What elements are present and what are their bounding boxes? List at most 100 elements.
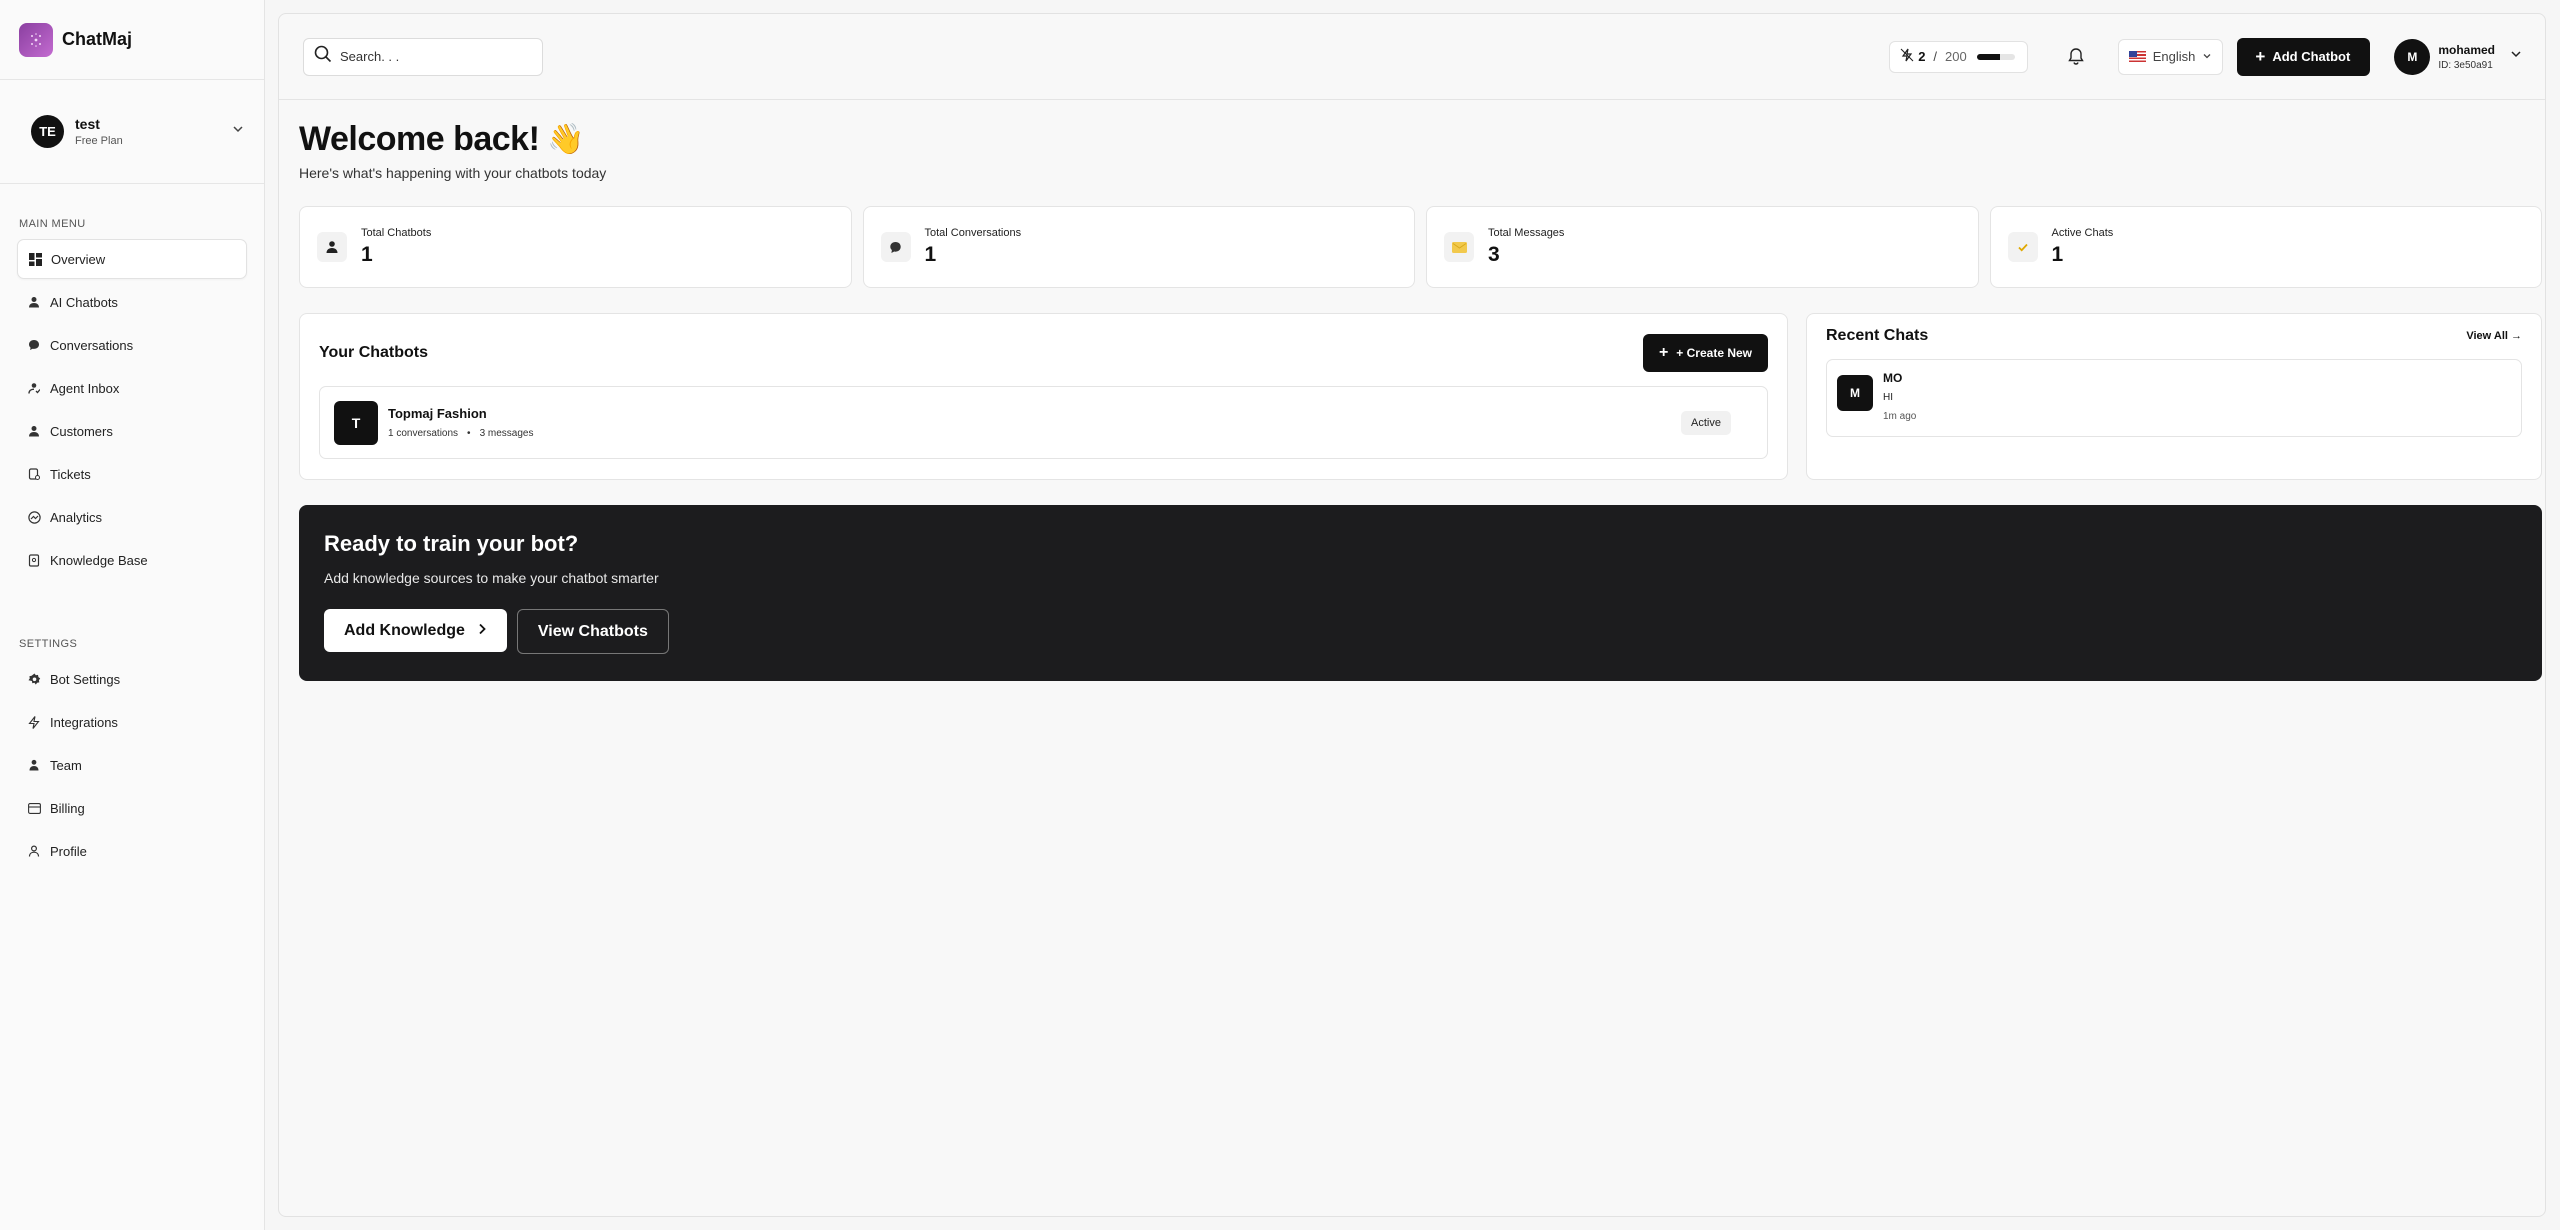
sidebar-item-tickets[interactable]: Tickets [17, 454, 247, 494]
search-input[interactable] [340, 49, 530, 64]
add-chatbot-label: Add Chatbot [2272, 49, 2351, 64]
sidebar-item-label: Team [50, 757, 82, 773]
team-icon [27, 758, 41, 772]
sidebar-item-agent-inbox[interactable]: Agent Inbox [17, 368, 247, 408]
brand-name: ChatMaj [62, 29, 133, 49]
chat-bubble-icon [27, 338, 41, 352]
sidebar-item-label: Bot Settings [50, 671, 121, 687]
stat-card-total-chatbots: Total Chatbots 1 [299, 206, 852, 288]
sidebar-item-label: Analytics [50, 509, 103, 525]
credits-indicator[interactable]: 2 / 200 [1889, 40, 2028, 73]
create-new-button[interactable]: + + Create New [1642, 334, 1768, 372]
chat-avatar: M [1837, 375, 1873, 411]
your-chatbots-panel: Your Chatbots + + Create New T Topmaj Fa… [299, 313, 1788, 480]
sidebar-item-label: Tickets [50, 466, 91, 482]
account-menu[interactable]: M mohamed ID: 3e50a91 [2394, 38, 2523, 75]
language-label: English [2152, 49, 2196, 64]
sidebar-item-team[interactable]: Team [17, 745, 247, 785]
workspace-switcher[interactable]: TE test Free Plan [0, 80, 264, 184]
status-badge: Active [1681, 410, 1731, 435]
stat-value: 1 [361, 243, 373, 266]
card-icon [27, 801, 41, 815]
stat-label: Total Messages [1488, 227, 1565, 239]
chevron-down-icon [2202, 49, 2212, 64]
settings-menu: Bot Settings Integrations Team Billing P… [0, 659, 264, 871]
credits-used: 2 [1918, 49, 1926, 64]
sidebar-item-label: Agent Inbox [50, 380, 120, 396]
sidebar-item-integrations[interactable]: Integrations [17, 702, 247, 742]
view-chatbots-label: View Chatbots [537, 622, 648, 640]
sidebar: ChatMaj TE test Free Plan MAIN MENU Over… [0, 0, 265, 1230]
profile-icon [27, 844, 41, 858]
workspace-avatar: TE [31, 115, 64, 148]
workspace-name: test [75, 116, 100, 132]
main-menu-label: MAIN MENU [19, 218, 86, 230]
sidebar-item-knowledge-base[interactable]: Knowledge Base [17, 540, 247, 580]
sidebar-item-label: Integrations [50, 714, 118, 730]
waving-hand-emoji: 👋 [547, 123, 585, 156]
brand-header[interactable]: ChatMaj [0, 0, 264, 80]
language-selector[interactable]: English [2117, 38, 2224, 75]
banner-title: Ready to train your bot? [324, 531, 579, 556]
add-chatbot-button[interactable]: + Add Chatbot [2237, 37, 2371, 76]
sidebar-item-label: AI Chatbots [50, 294, 118, 310]
train-bot-banner: Ready to train your bot? Add knowledge s… [299, 505, 2542, 681]
page-subtitle: Here's what's happening with your chatbo… [299, 165, 607, 181]
us-flag-icon [2128, 51, 2146, 62]
sidebar-item-bot-settings[interactable]: Bot Settings [17, 659, 247, 699]
add-knowledge-button[interactable]: Add Knowledge [324, 609, 507, 652]
chatbot-avatar: T [334, 400, 378, 445]
analytics-icon [27, 510, 41, 524]
chevron-down-icon[interactable] [231, 122, 245, 141]
stat-label: Active Chats [2051, 227, 2114, 239]
sidebar-item-overview[interactable]: Overview [17, 239, 247, 279]
sidebar-item-analytics[interactable]: Analytics [17, 497, 247, 537]
search-box[interactable] [303, 37, 543, 76]
stat-value: 3 [1488, 243, 1500, 266]
chatbot-name: Topmaj Fashion [388, 406, 487, 421]
chat-timestamp: 1m ago [1883, 411, 1917, 422]
panel-title: Your Chatbots [319, 344, 429, 361]
sidebar-item-label: Conversations [50, 337, 134, 353]
chat-last-message: HI [1883, 392, 1893, 403]
workspace-plan: Free Plan [75, 135, 123, 147]
plus-icon: + [2255, 46, 2266, 66]
sidebar-item-label: Overview [51, 251, 106, 267]
sidebar-item-customers[interactable]: Customers [17, 411, 247, 451]
stat-value: 1 [2051, 243, 2064, 266]
chevron-down-icon[interactable] [2509, 47, 2523, 66]
search-icon [314, 45, 332, 68]
plus-icon: + [1658, 344, 1669, 361]
check-icon [2007, 232, 2038, 262]
sidebar-item-billing[interactable]: Billing [17, 788, 247, 828]
chatbot-list-item[interactable]: T Topmaj Fashion 1 conversations • 3 mes… [319, 386, 1768, 459]
user-id: ID: 3e50a91 [2438, 59, 2493, 71]
chat-contact-name: MO [1883, 371, 1903, 385]
main-content: 2 / 200 English + Add Chatbot M moham [278, 13, 2546, 1217]
welcome-title: Welcome back! [299, 120, 540, 158]
envelope-icon [1444, 232, 1474, 262]
stat-label: Total Chatbots [361, 227, 432, 239]
user-avatar: M [2394, 38, 2431, 75]
add-knowledge-label: Add Knowledge [344, 621, 465, 639]
book-icon [27, 553, 41, 567]
sidebar-item-conversations[interactable]: Conversations [17, 325, 247, 365]
panel-title: Recent Chats [1826, 327, 1929, 344]
recent-chat-item[interactable]: M MO HI 1m ago [1826, 359, 2522, 437]
page-title: Welcome back! 👋 [299, 120, 2545, 159]
view-all-link[interactable]: View All → [2466, 330, 2522, 342]
banner-subtitle: Add knowledge sources to make your chatb… [324, 570, 659, 586]
user-icon [27, 295, 41, 309]
chatbot-messages-count: 3 messages [479, 428, 534, 439]
sidebar-item-profile[interactable]: Profile [17, 831, 247, 871]
view-chatbots-button[interactable]: View Chatbots [516, 609, 669, 654]
credits-icon [1900, 48, 1914, 65]
sidebar-item-ai-chatbots[interactable]: AI Chatbots [17, 282, 247, 322]
agent-icon [27, 381, 41, 395]
overview-content: Welcome back! 👋 Here's what's happening … [279, 120, 2545, 681]
credits-progress-fill [1976, 53, 2000, 60]
bell-icon[interactable] [2064, 45, 2088, 69]
stat-card-total-conversations: Total Conversations 1 [862, 206, 1415, 288]
stats-row: Total Chatbots 1 Total Conversations 1 T… [299, 206, 2542, 288]
credits-progress-bar [1976, 53, 2015, 60]
